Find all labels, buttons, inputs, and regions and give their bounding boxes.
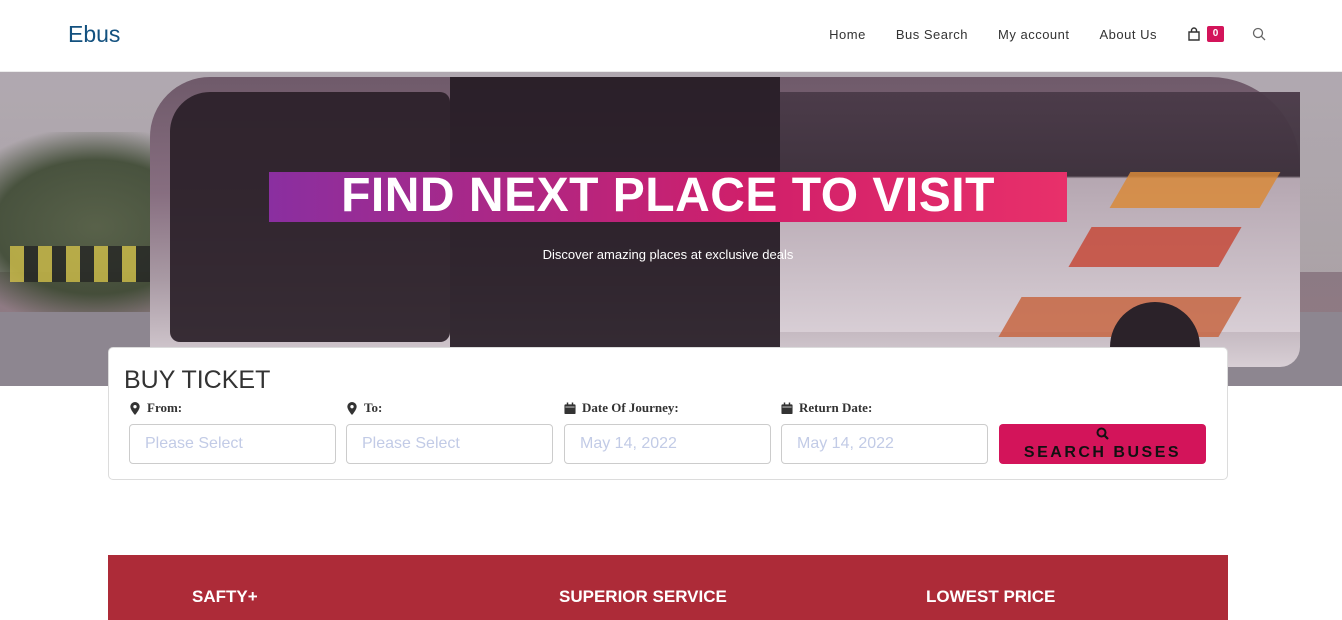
search-buses-button[interactable]: SEARCH BUSES bbox=[999, 424, 1206, 464]
site-header: Ebus Home Bus Search My account About Us… bbox=[0, 0, 1342, 72]
map-marker-icon bbox=[347, 401, 357, 415]
feature-lowest-price: LOWEST PRICE bbox=[926, 587, 1056, 606]
main-nav: Home Bus Search My account About Us 0 bbox=[799, 24, 1266, 44]
cart-count-badge: 0 bbox=[1207, 26, 1224, 42]
map-marker-icon bbox=[130, 401, 140, 415]
site-logo[interactable]: Ebus bbox=[68, 21, 120, 48]
buy-ticket-card: BUY TICKET From: Please Select To: Pleas… bbox=[108, 347, 1228, 480]
from-select[interactable]: Please Select bbox=[129, 424, 336, 464]
shopping-bag-icon bbox=[1188, 27, 1200, 41]
search-icon[interactable] bbox=[1252, 27, 1266, 41]
return-date-label: Return Date: bbox=[781, 400, 872, 416]
return-date-label-text: Return Date: bbox=[799, 400, 873, 415]
to-label: To: bbox=[346, 400, 382, 416]
search-icon bbox=[1096, 427, 1109, 440]
nav-bus-search[interactable]: Bus Search bbox=[896, 27, 968, 42]
from-label-text: From: bbox=[147, 400, 183, 415]
buy-ticket-heading: BUY TICKET bbox=[124, 366, 271, 394]
feature-superior-service: SUPERIOR SERVICE bbox=[559, 587, 727, 606]
hero-title: FIND NEXT PLACE TO VISIT bbox=[341, 169, 995, 222]
from-label: From: bbox=[129, 400, 182, 416]
nav-my-account[interactable]: My account bbox=[998, 27, 1069, 42]
to-label-text: To: bbox=[364, 400, 383, 415]
journey-date-label: Date Of Journey: bbox=[564, 400, 679, 416]
features-band: SAFTY+ SUPERIOR SERVICE LOWEST PRICE bbox=[108, 555, 1228, 620]
journey-date-label-text: Date Of Journey: bbox=[582, 400, 679, 415]
journey-date-input[interactable]: May 14, 2022 bbox=[564, 424, 771, 464]
return-date-input[interactable]: May 14, 2022 bbox=[781, 424, 988, 464]
calendar-icon bbox=[781, 402, 793, 414]
cart-button[interactable]: 0 bbox=[1187, 26, 1224, 42]
to-select[interactable]: Please Select bbox=[346, 424, 553, 464]
hero-subtitle: Discover amazing places at exclusive dea… bbox=[542, 247, 794, 262]
hero-banner: FIND NEXT PLACE TO VISIT Discover amazin… bbox=[0, 72, 1342, 386]
calendar-icon bbox=[564, 402, 576, 414]
hero-bus-stripe bbox=[1109, 172, 1281, 208]
nav-home[interactable]: Home bbox=[829, 27, 866, 42]
search-buses-label: SEARCH BUSES bbox=[1023, 444, 1182, 461]
nav-about-us[interactable]: About Us bbox=[1100, 27, 1157, 42]
feature-safety: SAFTY+ bbox=[192, 587, 258, 606]
